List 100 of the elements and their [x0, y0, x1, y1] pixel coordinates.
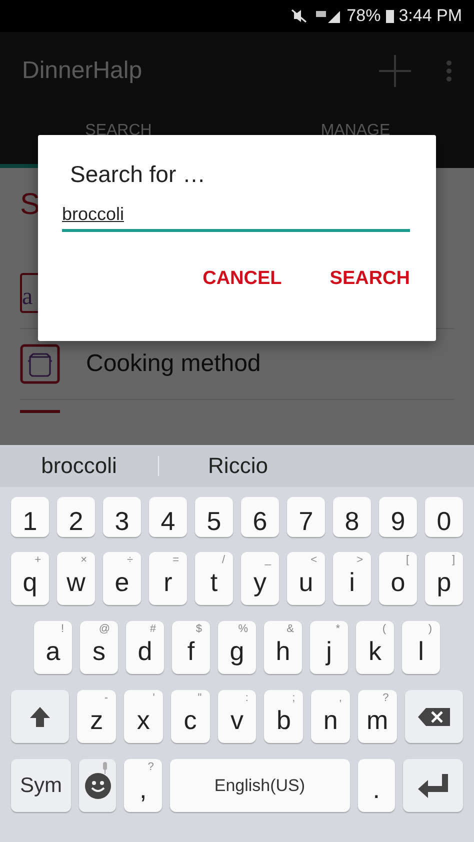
key[interactable]: ? , — [124, 759, 162, 812]
key-hint: = — [172, 554, 179, 566]
key-hint: * — [336, 623, 340, 635]
key-hint: [ — [406, 554, 409, 566]
key[interactable]: _ y — [241, 552, 279, 605]
key[interactable]: > i — [333, 552, 371, 605]
dialog-button[interactable]: CANCEL — [178, 260, 282, 298]
key[interactable]: ( k — [356, 621, 394, 674]
key[interactable]: ; b — [264, 690, 304, 743]
key[interactable]: $ f — [172, 621, 210, 674]
key-hint: ] — [452, 554, 455, 566]
key-label: o — [390, 566, 406, 598]
key[interactable]: 2 — [57, 497, 95, 537]
shift-key[interactable] — [11, 690, 70, 743]
key-hint: _ — [264, 554, 271, 566]
suggestion[interactable]: broccoli — [0, 449, 158, 483]
emoji-key[interactable] — [78, 759, 116, 812]
key[interactable]: " c — [170, 690, 210, 743]
space-key[interactable]: English(US) — [170, 759, 350, 812]
key-label: 1 — [22, 504, 38, 536]
key[interactable]: 4 — [149, 497, 187, 537]
key-hint: # — [150, 623, 156, 635]
key-hint: ' — [152, 692, 155, 704]
key-label: t — [210, 566, 218, 598]
key-label: j — [326, 635, 332, 667]
key-label: . — [372, 773, 380, 805]
key-label: v — [230, 704, 244, 736]
key-label: 9 — [390, 504, 406, 536]
key-label: e — [114, 566, 130, 598]
key[interactable]: 6 — [241, 497, 279, 537]
key[interactable]: + q — [11, 552, 49, 605]
key-label: 0 — [436, 504, 452, 536]
key-hint: + — [34, 554, 41, 566]
key-label: r — [164, 566, 172, 598]
key-hint: @ — [98, 623, 110, 635]
battery-icon — [386, 9, 394, 23]
smiley-icon — [84, 772, 111, 798]
suggestion[interactable]: Riccio — [159, 449, 317, 483]
key[interactable]: ? m — [358, 690, 397, 743]
key-hint: ? — [148, 761, 154, 773]
key[interactable]: ) l — [402, 621, 440, 674]
key[interactable]: - z — [77, 690, 116, 743]
key-hint: & — [286, 623, 294, 635]
key-label: 2 — [68, 504, 84, 536]
key[interactable]: ÷ e — [103, 552, 141, 605]
key[interactable]: 0 — [425, 497, 463, 537]
key[interactable]: ] p — [425, 552, 463, 605]
key-hint: : — [245, 692, 248, 704]
key-label: c — [184, 704, 197, 736]
sym-key[interactable]: Sym — [11, 759, 71, 812]
key[interactable]: [ o — [379, 552, 417, 605]
enter-key[interactable] — [403, 759, 463, 812]
key-label: l — [418, 635, 424, 667]
key[interactable]: & h — [264, 621, 302, 674]
key-label: f — [187, 635, 195, 667]
key[interactable]: : v — [218, 690, 256, 743]
key-label: 3 — [114, 504, 130, 536]
key[interactable]: 7 — [287, 497, 325, 537]
key-label: a — [46, 635, 60, 667]
key[interactable]: . — [358, 759, 396, 812]
key-label: g — [230, 635, 244, 667]
key-label: q — [22, 566, 38, 598]
shift-icon — [28, 704, 52, 728]
key-hint: / — [222, 554, 225, 566]
key[interactable]: 1 — [11, 497, 49, 537]
key[interactable]: % g — [218, 621, 256, 674]
key-hint: " — [198, 692, 202, 704]
key-label: x — [136, 704, 150, 736]
search-input[interactable]: broccoli — [62, 202, 410, 232]
key-label: d — [138, 635, 152, 667]
key[interactable]: × w — [57, 552, 95, 605]
key[interactable]: 3 — [103, 497, 141, 537]
backspace-key[interactable] — [404, 690, 463, 743]
key-hint: $ — [196, 623, 202, 635]
key-hint: ÷ — [126, 554, 133, 566]
signal-icon — [316, 9, 342, 23]
key[interactable]: = r — [149, 552, 187, 605]
key[interactable]: 8 — [333, 497, 371, 537]
key-label: m — [366, 704, 388, 736]
key[interactable]: ! a — [34, 621, 72, 674]
pot-icon — [20, 344, 60, 384]
key[interactable]: < u — [287, 552, 325, 605]
key-label: w — [66, 566, 86, 598]
key[interactable]: / t — [195, 552, 233, 605]
key[interactable]: * j — [310, 621, 348, 674]
app-title: DinnerHalp — [22, 57, 144, 85]
key-hint: ; — [292, 692, 296, 704]
key-hint: ! — [60, 623, 64, 635]
key[interactable]: # d — [126, 621, 164, 674]
key[interactable]: , n — [311, 690, 350, 743]
key[interactable]: ' x — [124, 690, 163, 743]
key-hint: - — [104, 692, 108, 704]
key[interactable]: @ s — [80, 621, 118, 674]
dialog-button[interactable]: SEARCH — [306, 260, 410, 298]
key-label: s — [92, 635, 106, 667]
key[interactable]: 9 — [379, 497, 417, 537]
dialog-title: Search for … — [69, 161, 206, 188]
key-label: b — [276, 704, 292, 736]
key[interactable]: 5 — [195, 497, 233, 537]
battery-percent: 78% — [346, 6, 381, 26]
